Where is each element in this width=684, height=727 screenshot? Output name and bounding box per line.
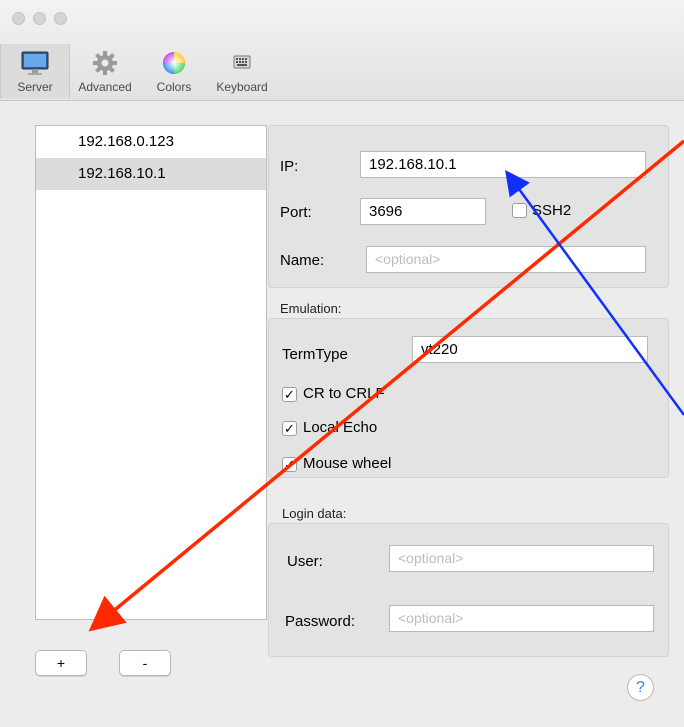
minimize-window-button[interactable] bbox=[33, 12, 46, 25]
help-button[interactable]: ? bbox=[627, 674, 654, 701]
ssh2-label: SSH2 bbox=[532, 202, 572, 219]
port-field[interactable]: 3696 bbox=[360, 198, 486, 225]
cr-to-crlf-label: CR to CRLF bbox=[303, 385, 385, 402]
local-echo-checkbox[interactable]: ✓ bbox=[282, 421, 297, 436]
gear-icon bbox=[93, 51, 117, 75]
add-server-button[interactable]: + bbox=[35, 650, 87, 676]
name-field[interactable]: <optional> bbox=[366, 246, 646, 273]
server-list-item-selected[interactable]: 192.168.10.1 bbox=[36, 158, 266, 190]
tab-colors-label: Colors bbox=[156, 80, 192, 94]
titlebar-toolbar: Server Advanced Colors Keyboard bbox=[0, 0, 684, 101]
login-group bbox=[268, 523, 669, 657]
ip-label: IP: bbox=[280, 158, 299, 175]
monitor-icon bbox=[21, 51, 49, 75]
tab-advanced-label: Advanced bbox=[78, 80, 132, 94]
user-field[interactable]: <optional> bbox=[389, 545, 654, 572]
tab-colors[interactable]: Colors bbox=[142, 44, 206, 98]
emulation-section-label: Emulation: bbox=[280, 301, 342, 316]
ssh2-checkbox[interactable] bbox=[512, 203, 527, 218]
local-echo-label: Local Echo bbox=[303, 419, 378, 436]
tab-advanced[interactable]: Advanced bbox=[68, 44, 142, 98]
tab-keyboard[interactable]: Keyboard bbox=[206, 44, 278, 98]
name-label: Name: bbox=[280, 252, 325, 269]
password-field[interactable]: <optional> bbox=[389, 605, 654, 632]
port-label: Port: bbox=[280, 204, 312, 221]
server-list[interactable]: 192.168.0.123 192.168.10.1 bbox=[35, 125, 267, 620]
keyboard-icon bbox=[233, 55, 251, 69]
mouse-wheel-checkbox[interactable]: ✓ bbox=[282, 457, 297, 472]
preferences-window: Server Advanced Colors Keyboard 192.168.… bbox=[0, 0, 684, 727]
termtype-field[interactable]: vt220 bbox=[412, 336, 648, 363]
cr-to-crlf-checkbox[interactable]: ✓ bbox=[282, 387, 297, 402]
zoom-window-button[interactable] bbox=[54, 12, 67, 25]
color-wheel-icon bbox=[163, 52, 185, 74]
remove-server-button[interactable]: - bbox=[119, 650, 171, 676]
tab-keyboard-label: Keyboard bbox=[216, 80, 268, 94]
tab-server[interactable]: Server bbox=[0, 44, 70, 98]
server-list-item[interactable]: 192.168.0.123 bbox=[36, 126, 266, 158]
login-section-label: Login data: bbox=[282, 506, 347, 521]
user-label: User: bbox=[287, 553, 323, 570]
termtype-label: TermType bbox=[282, 346, 348, 363]
ip-field[interactable]: 192.168.10.1 bbox=[360, 151, 646, 178]
tab-server-label: Server bbox=[17, 80, 53, 94]
password-label: Password: bbox=[285, 613, 356, 630]
mouse-wheel-label: Mouse wheel bbox=[303, 455, 392, 472]
close-window-button[interactable] bbox=[12, 12, 25, 25]
